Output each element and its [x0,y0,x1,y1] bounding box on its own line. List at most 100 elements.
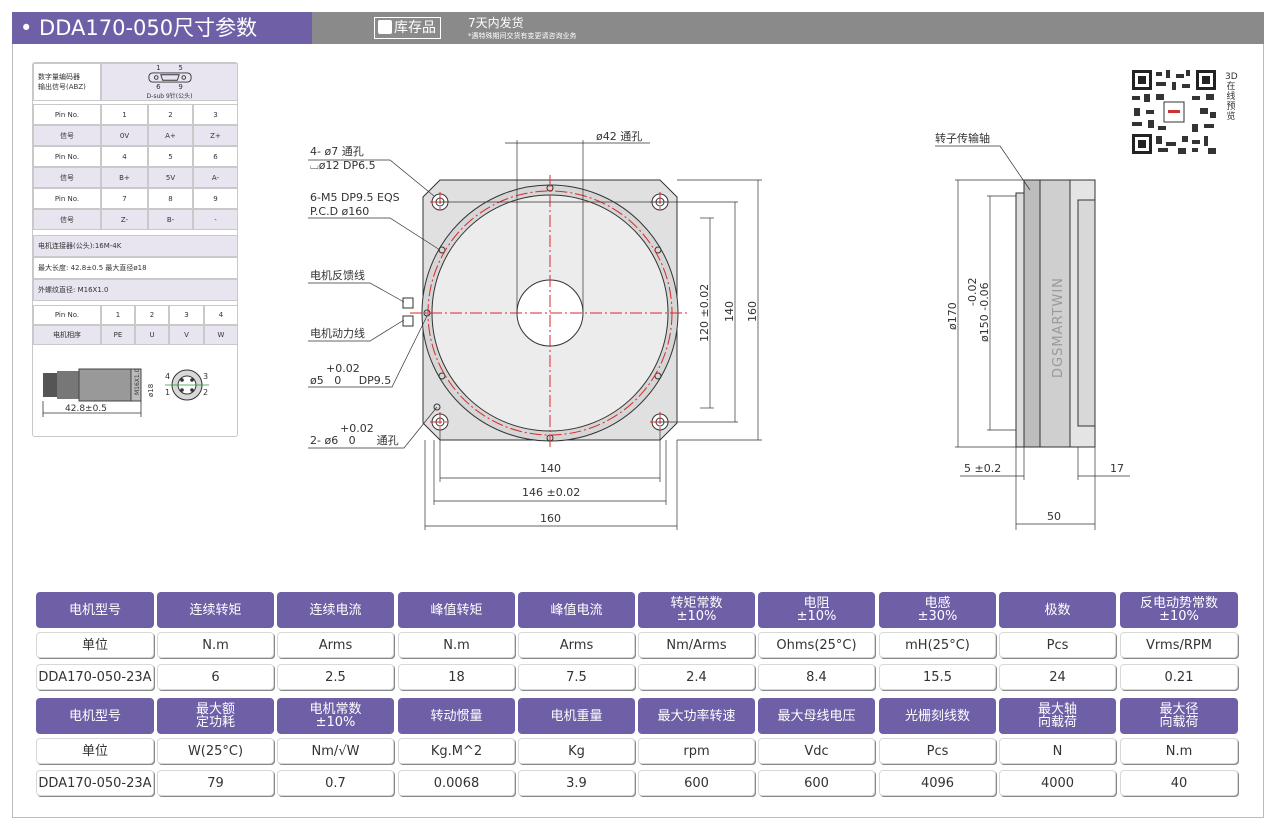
motor-connector-cell: W [204,325,238,345]
spec-value-cell: 15.5 [879,664,996,690]
spec-header-cell: 峰值转矩 [398,592,515,628]
spec-value-cell: 4000 [999,770,1116,796]
truck-icon [378,20,392,34]
dim-17: 17 [1110,462,1124,475]
spec-value-cell: Arms [277,632,394,658]
spec-value-cell: Nm/√W [277,738,394,764]
spec-value-cell: Vdc [758,738,875,764]
encoder-cell: Pin No. [33,146,101,167]
connector-pin3: 3 [203,372,208,381]
spec-value-cell: 7.5 [518,664,635,690]
page-title: • DDA170-050尺寸参数 [12,12,312,44]
hole-label-line1: 4- ø7 通孔 [310,145,364,158]
spec-value-cell: 24 [999,664,1116,690]
encoder-cell: 4 [101,146,148,167]
encoder-cell: 6 [193,146,238,167]
spec-value-cell: 8.4 [758,664,875,690]
side-view-drawing: 转子传输轴 ø170 ø150 -0.06 -0.02 5 ±0.2 17 50… [935,131,1130,530]
dim-140-horizontal: 140 [540,462,561,475]
spec-header-cell: 极数 [999,592,1116,628]
dim-120-vertical: 120 ±0.02 [698,284,711,342]
spec-value-cell: Kg [518,738,635,764]
spec-value-cell: 单位 [36,738,154,764]
bore-label: ø42 通孔 [596,130,642,143]
encoder-cell: 信号 [33,209,101,230]
spec-header-cell: 反电动势常数 ±10% [1120,592,1238,628]
dsub-bottom-pins: 6 9 [156,83,183,91]
spec-header-cell: 电机型号 [36,698,154,734]
encoder-cell: A- [193,167,238,188]
spec-value-cell: N.m [1120,738,1238,764]
motor-connector-cell: Pin No. [33,305,101,325]
feedback-cable-label: 电机反馈线 [310,268,365,282]
spec-value-cell: Pcs [999,632,1116,658]
spec-value-cell: 2.4 [638,664,755,690]
motor-connector-cell: 4 [204,305,238,325]
pin2-label: 2- ø6 0 通孔 [310,434,399,447]
spec-value-cell: Nm/Arms [638,632,755,658]
spec-value-cell: 3.9 [518,770,635,796]
motor-connector-cell: PE [101,325,135,345]
shipping-title: 7天内发货 [468,16,524,30]
pin-label: ø5 0 DP9.5 [310,374,391,387]
encoder-cell: 信号 [33,125,101,146]
encoder-cell: Pin No. [33,188,101,209]
stock-badge: 库存品 [374,17,441,39]
spec-header-cell: 光栅刻线数 [879,698,996,734]
encoder-cell: 5V [148,167,193,188]
spec-header-cell: 最大额 定功耗 [157,698,274,734]
connector-pin2: 2 [203,388,208,397]
motor-connector-cell: U [135,325,169,345]
spec-value-cell: 单位 [36,632,154,658]
spec-header-cell: 峰值电流 [518,592,635,628]
encoder-cell: Z- [101,209,148,230]
motor-connector-thread: 外螺纹直径: M16X1.0 [33,279,238,301]
motor-connector-title: 电机连接器(公头):16M-4K [33,235,238,257]
qr-code-icon[interactable] [1130,68,1218,156]
dim-50: 50 [1047,510,1061,523]
shipping-note: *遇特殊期间交货有变更请咨询业务 [468,32,577,40]
spec-header-cell: 最大径 向载荷 [1120,698,1238,734]
spec-value-cell: 600 [758,770,875,796]
encoder-cell: 0V [101,125,148,146]
spec-header-cell: 连续转矩 [157,592,274,628]
pin-panel: 数字量编码器 输出信号(ABZ) 1 5 6 9 D-sub 9针(公头) Pi… [32,62,238,437]
qr-caption: 3D在线预览 [1225,72,1238,122]
motor-connector-length: 最大长度: 42.8±0.5 最大直径ø18 [33,257,238,279]
power-cable-label: 电机动力线 [310,326,365,340]
spec-header-cell: 连续电流 [277,592,394,628]
connector-pin1: 1 [165,388,170,397]
encoder-cell: - [193,209,238,230]
motor-connector-cell: 2 [135,305,169,325]
stock-badge-label: 库存品 [394,20,436,36]
encoder-label: 数字量编码器 输出信号(ABZ) [33,63,101,101]
shaft-label: 转子传输轴 [935,131,990,145]
connector-length-dim: 42.8±0.5 [65,404,107,414]
encoder-cell: 信号 [33,167,101,188]
dim-146-horizontal: 146 ±0.02 [522,486,580,499]
brand-engraving: DGSMARTWIN [1051,277,1066,378]
connector-diameter-dim: ø18 [147,384,155,397]
spec-header-cell: 电机型号 [36,592,154,628]
spec-value-cell: rpm [638,738,755,764]
spec-value-cell: 40 [1120,770,1238,796]
encoder-cell: 5 [148,146,193,167]
spec-header-cell: 电机重量 [518,698,635,734]
hole-label-line2: ⌴ø12 DP6.5 [310,159,376,172]
spec-value-cell: 0.21 [1120,664,1238,690]
spec-value-cell: 79 [157,770,274,796]
encoder-label-line2: 输出信号(ABZ) [38,83,86,91]
encoder-cell: 9 [193,188,238,209]
dim-dia150-tol: -0.02 [966,278,979,306]
connector-pin4: 4 [165,372,170,381]
spec-value-cell: N.m [398,632,515,658]
encoder-cell: Pin No. [33,104,101,125]
dim-160-vertical: 160 [746,301,759,322]
spec-header-cell: 电感 ±30% [879,592,996,628]
spec-value-cell: DDA170-050-23A [36,664,154,690]
encoder-cell: 2 [148,104,193,125]
encoder-cell: A+ [148,125,193,146]
dim-dia170: ø170 [946,302,959,330]
motor-connector-drawing: 42.8±0.5 M16X1.0 ø18 4 3 1 2 [42,368,209,417]
tap-label-line2: P.C.D ø160 [310,205,369,218]
